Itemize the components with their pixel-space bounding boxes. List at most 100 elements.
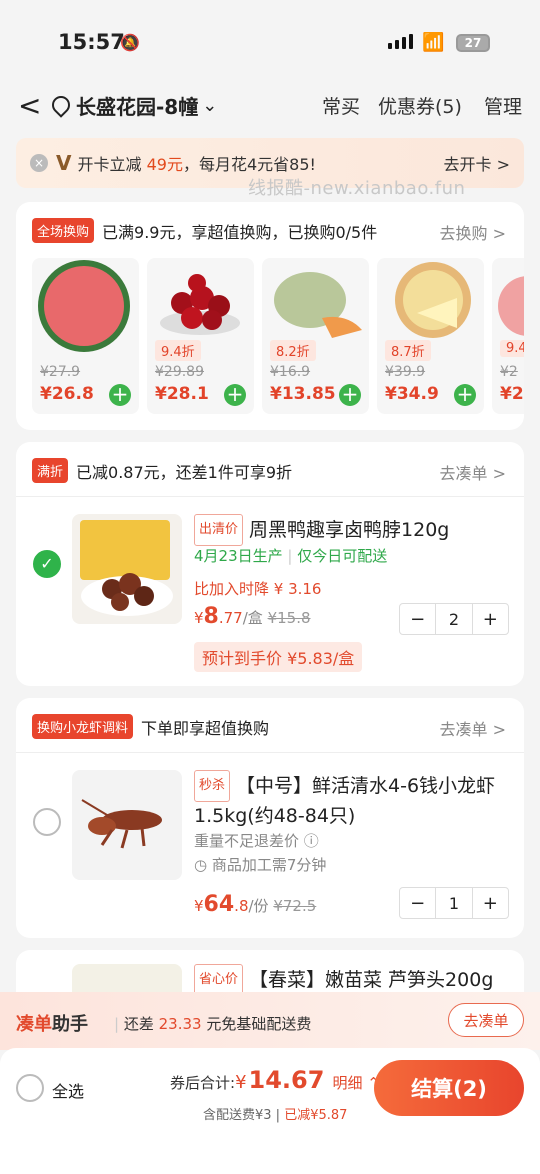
add-icon[interactable]: +: [224, 384, 246, 406]
coupons-link[interactable]: 优惠券(5): [378, 92, 462, 119]
manage-link[interactable]: 管理: [484, 92, 522, 119]
estimated-price: 预计到手价 ¥5.83/盒: [194, 642, 363, 672]
crayfish-tag: 换购小龙虾调料: [32, 714, 134, 739]
price-dec: .77: [218, 609, 243, 627]
checkout-bar: 全选 券后合计: ¥ 14.67 明细 ⌃ 含配送费¥3 | 已减¥5.87 结…: [0, 1048, 540, 1174]
product-cherries[interactable]: 9.4折 ¥29.89 ¥28.1 +: [147, 258, 254, 414]
add-icon[interactable]: +: [339, 384, 361, 406]
product-title-text: 周黑鸭趣享卤鸭脖120g: [249, 519, 450, 541]
total-amount: 14.67: [248, 1066, 325, 1094]
product-watermelon[interactable]: ¥27.9 ¥26.8 +: [32, 258, 139, 414]
production-date: 4月23日生产: [194, 547, 283, 565]
exchange-price: ¥34.9: [385, 384, 439, 404]
top-nav: < 长盛花园-8幢 ⌄ 常买 优惠券(5) 管理: [0, 82, 540, 128]
flash-sale-tag: 秒杀: [194, 770, 231, 802]
discount-header: 满折 已减0.87元，还差1件可享9折: [32, 458, 292, 483]
exchange-price: ¥26.8: [40, 384, 94, 404]
watermelon-image: [498, 276, 524, 336]
watermark: 线报酷-new.xianbao.fun: [248, 178, 466, 199]
select-all-checkbox[interactable]: [16, 1074, 44, 1102]
price-int: 64: [203, 892, 235, 917]
battery-icon: 27: [456, 34, 490, 52]
old-price: ¥2: [500, 364, 518, 380]
old-price: ¥39.9: [385, 364, 426, 380]
checkout-button[interactable]: 结算(2): [374, 1060, 524, 1116]
item-checkbox-checked[interactable]: ✓: [33, 550, 61, 578]
duck-neck-thumbnail[interactable]: [72, 514, 182, 624]
item-checkbox[interactable]: [33, 808, 61, 836]
discount-badge: 9.4: [500, 340, 524, 357]
cake-image: [395, 262, 471, 338]
signal-icon: [388, 34, 413, 49]
mute-bell-icon: 🔕: [120, 33, 140, 52]
location-pin-icon: [48, 92, 74, 118]
current-price: ¥64.8/份 ¥72.5: [194, 892, 317, 917]
product-title[interactable]: 秒杀 【中号】鲜活清水4-6钱小龙虾1.5kg(约48-84只): [194, 770, 514, 830]
go-add-items-button[interactable]: 去凑单: [448, 1003, 524, 1037]
exchange-tag: 全场换购: [32, 218, 95, 243]
go-add-items-link[interactable]: 去凑单 >: [440, 460, 507, 484]
helper-text: | 还差 23.33 元免基础配送费: [114, 1015, 312, 1033]
go-exchange-link[interactable]: 去换购 >: [440, 220, 507, 244]
minus-button[interactable]: −: [400, 604, 435, 634]
quantity-value[interactable]: 2: [435, 604, 473, 634]
open-card-link[interactable]: 去开卡 >: [444, 151, 511, 175]
detail-link[interactable]: 明细 ⌃: [332, 1072, 379, 1093]
product-cake[interactable]: 8.7折 ¥39.9 ¥34.9 +: [377, 258, 484, 414]
total-summary: 券后合计: ¥ 14.67 明细 ⌃: [170, 1066, 380, 1094]
price-drop: 比加入时降 ¥ 3.16: [194, 580, 322, 598]
delivery-fee: 含配送费¥3 |: [203, 1108, 285, 1123]
currency: ¥: [235, 1072, 247, 1093]
product-partial[interactable]: 9.4 ¥2 ¥2: [492, 258, 524, 414]
divider: [16, 752, 524, 753]
plus-button[interactable]: +: [473, 604, 508, 634]
watermelon-image: [38, 260, 130, 352]
price-int: 8: [203, 604, 219, 629]
go-add-items-link[interactable]: 去凑单 >: [440, 716, 507, 740]
minus-button[interactable]: −: [400, 888, 435, 918]
exchange-card: 全场换购 已满9.9元，享超值换购，已换购0/5件 去换购 > ¥27.9 ¥2…: [16, 202, 524, 430]
discount-badge: 8.7折: [385, 340, 431, 361]
add-icon[interactable]: +: [109, 384, 131, 406]
exchange-products: ¥27.9 ¥26.8 + 9.4折 ¥29.89 ¥28.1 + 8.2折 ¥…: [32, 258, 524, 414]
separator: |: [287, 547, 293, 565]
exchange-price: ¥2: [500, 384, 524, 404]
add-icon[interactable]: +: [454, 384, 476, 406]
add-on-helper-bar: 凑单助手 | 还差 23.33 元免基础配送费 去凑单: [0, 992, 540, 1050]
old-price: ¥72.5: [273, 897, 317, 915]
price-unit: /份: [248, 897, 269, 915]
crayfish-thumbnail[interactable]: [72, 770, 182, 880]
discount-text: 已减0.87元，还差1件可享9折: [76, 462, 293, 482]
fee-summary: 含配送费¥3 | 已减¥5.87: [203, 1104, 347, 1123]
frequent-buy-link[interactable]: 常买: [322, 92, 360, 119]
exchange-text: 已满9.9元，享超值换购，已换购0/5件: [102, 222, 378, 242]
weight-refund-note: 重量不足退差价 ⓘ: [194, 832, 319, 850]
status-time: 15:57: [58, 30, 125, 54]
close-icon[interactable]: ×: [30, 154, 48, 172]
price-dec: .8: [234, 897, 249, 915]
current-price: ¥8.77/盒 ¥15.8: [194, 604, 311, 629]
delivery-note: 仅今日可配送: [297, 547, 388, 565]
chevron-down-icon[interactable]: ⌄: [202, 95, 217, 116]
total-label: 券后合计:: [170, 1074, 236, 1092]
discount-tag: 满折: [32, 458, 69, 483]
cherries-image: [160, 274, 240, 335]
helper-title: 凑单助手: [16, 1014, 88, 1035]
exchange-header: 全场换购 已满9.9元，享超值换购，已换购0/5件: [32, 218, 377, 243]
product-melon[interactable]: 8.2折 ¥16.9 ¥13.85 +: [262, 258, 369, 414]
discount-badge: 9.4折: [155, 340, 201, 361]
crayfish-header: 换购小龙虾调料 下单即享超值换购: [32, 714, 269, 739]
select-all-label[interactable]: 全选: [52, 1078, 84, 1102]
back-icon[interactable]: <: [18, 89, 44, 122]
promo-text: 开卡立减 49元，每月花4元省85!: [77, 155, 316, 174]
status-bar: 15:57 🔕 📶 27: [0, 0, 540, 80]
location-label[interactable]: 长盛花园-8幢: [76, 91, 198, 120]
discount-badge: 8.2折: [270, 340, 316, 361]
discount-card: 满折 已减0.87元，还差1件可享9折 去凑单 > ✓ 出清价 周黑鸭趣享卤鸭脖1…: [16, 442, 524, 686]
clearance-tag: 出清价: [194, 514, 244, 546]
price-unit: /盒: [242, 609, 263, 627]
quantity-value[interactable]: 1: [435, 888, 473, 918]
product-title[interactable]: 出清价 周黑鸭趣享卤鸭脖120g: [194, 514, 514, 546]
plus-button[interactable]: +: [473, 888, 508, 918]
crayfish-card: 换购小龙虾调料 下单即享超值换购 去凑单 > 秒杀 【中号】鲜活清水4-6钱小龙虾…: [16, 698, 524, 938]
